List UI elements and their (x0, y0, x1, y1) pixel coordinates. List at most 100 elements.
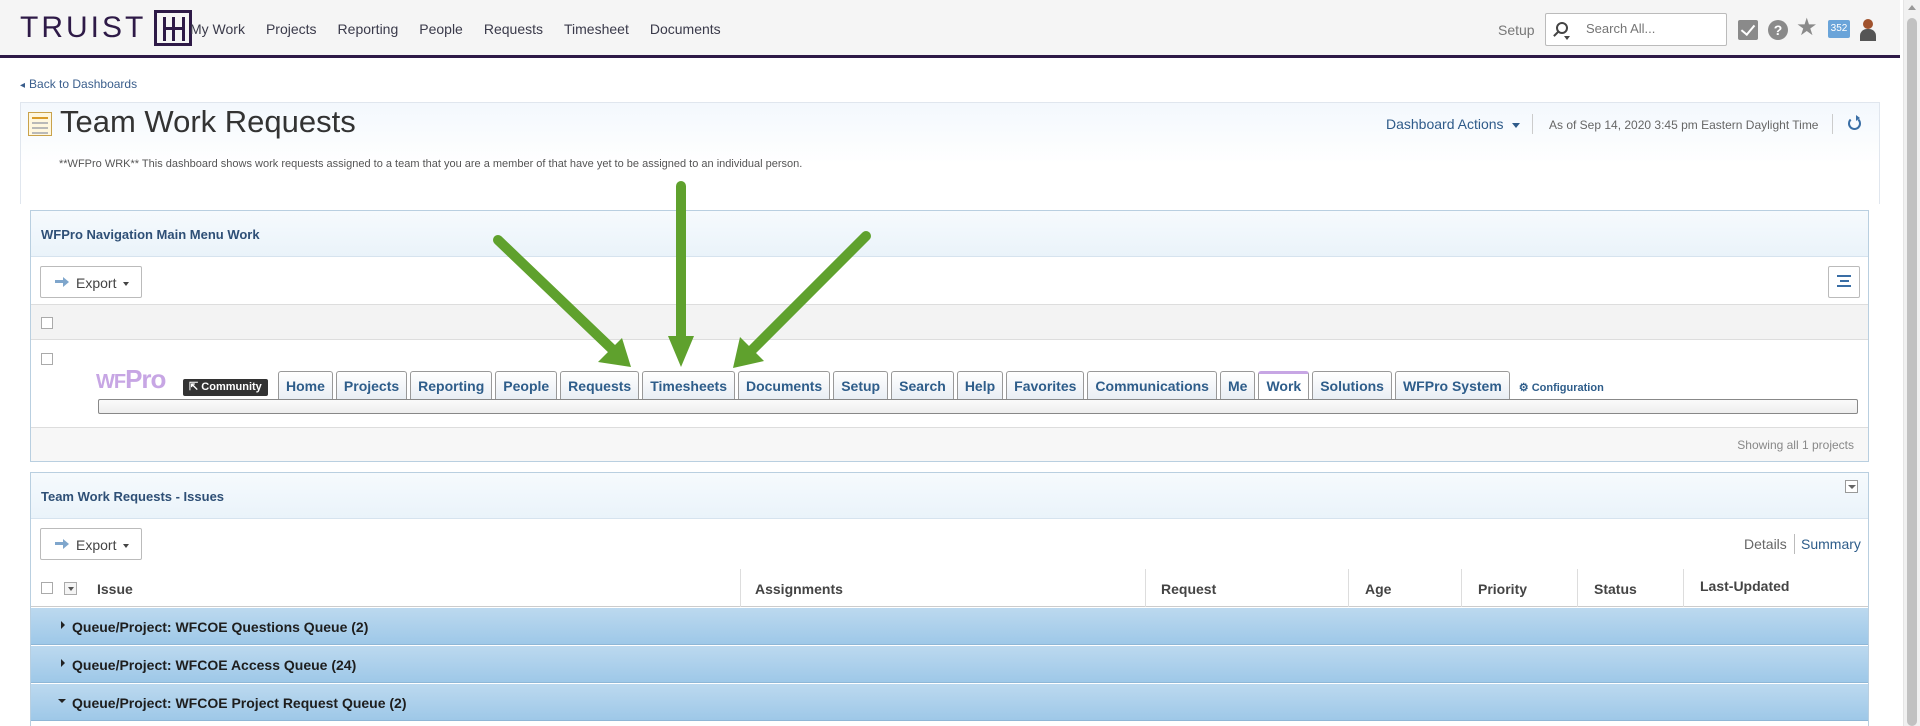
notification-count-badge[interactable]: 352 (1828, 20, 1850, 38)
tab-reporting[interactable]: Reporting (410, 371, 493, 399)
dashboard-actions-dropdown[interactable]: Dashboard Actions (1386, 116, 1520, 132)
tab-people[interactable]: People (495, 371, 558, 399)
tab-solutions[interactable]: Solutions (1312, 371, 1392, 399)
favorites-star-icon[interactable]: ★ (1796, 16, 1820, 40)
column-separator[interactable] (1683, 569, 1684, 607)
export-label: Export (76, 537, 117, 553)
wfpro-logo: WFPro (96, 364, 166, 394)
row-checkbox[interactable] (41, 353, 53, 365)
nav-documents[interactable]: Documents (650, 21, 721, 37)
col-request[interactable]: Request (1161, 581, 1216, 597)
col-age[interactable]: Age (1365, 581, 1391, 597)
col-assignments[interactable]: Assignments (755, 581, 843, 597)
col-status[interactable]: Status (1594, 581, 1637, 597)
nav-reporting[interactable]: Reporting (338, 21, 399, 37)
community-button[interactable]: ⇱ Community (183, 379, 268, 396)
column-separator[interactable] (1145, 569, 1146, 607)
as-of-timestamp: As of Sep 14, 2020 3:45 pm Eastern Dayli… (1549, 118, 1819, 132)
tab-work[interactable]: Work (1258, 371, 1310, 399)
truist-mark-icon (154, 10, 193, 46)
issues-export-button[interactable]: Export (40, 528, 142, 560)
tab-documents[interactable]: Documents (737, 371, 831, 399)
search-input[interactable] (1586, 21, 1716, 36)
export-arrow-icon (55, 539, 69, 549)
checkbox-tasks-icon[interactable] (1738, 20, 1758, 40)
issues-panel-title: Team Work Requests - Issues (31, 473, 1868, 519)
top-nav: TRUIST My Work Projects Reporting People… (0, 0, 1900, 58)
nav-people[interactable]: People (419, 21, 463, 37)
column-separator[interactable] (740, 569, 741, 607)
export-label: Export (76, 275, 117, 291)
help-icon[interactable]: ? (1768, 20, 1788, 40)
page-title: Team Work Requests (60, 104, 356, 139)
nav-menu-panel: WFPro Navigation Main Menu Work Export S… (30, 210, 1869, 462)
export-button[interactable]: Export (40, 266, 142, 298)
bulk-actions-dropdown[interactable] (64, 582, 77, 595)
tab-wfpro-system[interactable]: WFPro System (1394, 371, 1510, 399)
expand-triangle-icon[interactable] (61, 621, 65, 629)
tab-setup[interactable]: Setup (833, 371, 889, 399)
wfpro-logo-suffix: Pro (125, 364, 166, 394)
tab-home[interactable]: Home (278, 371, 333, 399)
group-label: Queue/Project: WFCOE Access Queue (24) (72, 657, 357, 673)
summary-view-link[interactable]: Summary (1801, 536, 1861, 552)
column-settings-button[interactable] (1828, 266, 1860, 298)
global-search[interactable] (1545, 13, 1727, 46)
chevron-down-icon (123, 544, 129, 548)
tab-projects[interactable]: Projects (335, 371, 408, 399)
select-all-checkbox[interactable] (41, 582, 53, 594)
nav-projects[interactable]: Projects (266, 21, 317, 37)
group-row[interactable]: Queue/Project: WFCOE Access Queue (24) (31, 646, 1868, 683)
configuration-label: Configuration (1531, 382, 1604, 394)
dashboard-description: **WFPro WRK** This dashboard shows work … (59, 158, 803, 170)
collapse-panel-icon[interactable] (1845, 480, 1858, 493)
column-separator[interactable] (1577, 569, 1578, 607)
showing-count: Showing all 1 projects (1737, 438, 1854, 452)
select-all-checkbox[interactable] (41, 317, 53, 329)
search-icon[interactable] (1556, 22, 1568, 34)
back-to-dashboards-link[interactable]: ◂ Back to Dashboards (20, 77, 137, 91)
truist-logo[interactable]: TRUIST (20, 10, 193, 46)
collapse-triangle-icon[interactable] (58, 699, 66, 703)
wfpro-logo-prefix: WF (96, 371, 126, 393)
col-issue[interactable]: Issue (97, 581, 133, 597)
tab-favorites[interactable]: Favorites (1006, 371, 1085, 399)
scroll-up-icon[interactable] (1908, 5, 1916, 10)
scroll-thumb[interactable] (1907, 18, 1917, 726)
select-all-row (31, 304, 1868, 340)
community-label: Community (201, 381, 262, 393)
expand-triangle-icon[interactable] (61, 659, 65, 667)
chevron-down-icon (123, 282, 129, 286)
main-nav: My Work Projects Reporting People Reques… (190, 0, 742, 58)
setup-link[interactable]: Setup (1498, 22, 1535, 38)
search-scope-caret-icon[interactable] (1564, 36, 1570, 40)
wfpro-tab-bar: Home Projects Reporting People Requests … (278, 371, 1604, 399)
configuration-link[interactable]: ⚙ Configuration (1519, 371, 1604, 399)
col-last-updated[interactable]: Last-Updated (1700, 578, 1789, 594)
nav-requests[interactable]: Requests (484, 21, 543, 37)
column-separator[interactable] (1348, 569, 1349, 607)
dashboard-icon (28, 112, 52, 136)
tab-communications[interactable]: Communications (1087, 371, 1217, 399)
brand-text: TRUIST (20, 11, 147, 44)
column-separator[interactable] (1461, 569, 1462, 607)
divider (1832, 114, 1833, 134)
divider (1794, 534, 1795, 554)
panel-footer: Showing all 1 projects (31, 427, 1868, 461)
tab-timesheets[interactable]: Timesheets (642, 371, 735, 399)
tab-requests[interactable]: Requests (560, 371, 640, 399)
tab-me[interactable]: Me (1219, 371, 1256, 399)
community-arrow-icon: ⇱ (189, 381, 202, 393)
tab-search[interactable]: Search (891, 371, 954, 399)
page-scrollbar[interactable] (1903, 0, 1920, 726)
tab-help[interactable]: Help (956, 371, 1004, 399)
nav-my-work[interactable]: My Work (190, 21, 245, 37)
group-row[interactable]: Queue/Project: WFCOE Project Request Que… (31, 684, 1868, 721)
details-view-link[interactable]: Details (1744, 536, 1787, 552)
group-row[interactable]: Queue/Project: WFCOE Questions Queue (2) (31, 608, 1868, 645)
col-priority[interactable]: Priority (1478, 581, 1527, 597)
user-avatar[interactable] (1860, 19, 1876, 41)
refresh-icon[interactable] (1848, 115, 1861, 130)
export-arrow-icon (55, 277, 69, 287)
nav-timesheet[interactable]: Timesheet (564, 21, 629, 37)
